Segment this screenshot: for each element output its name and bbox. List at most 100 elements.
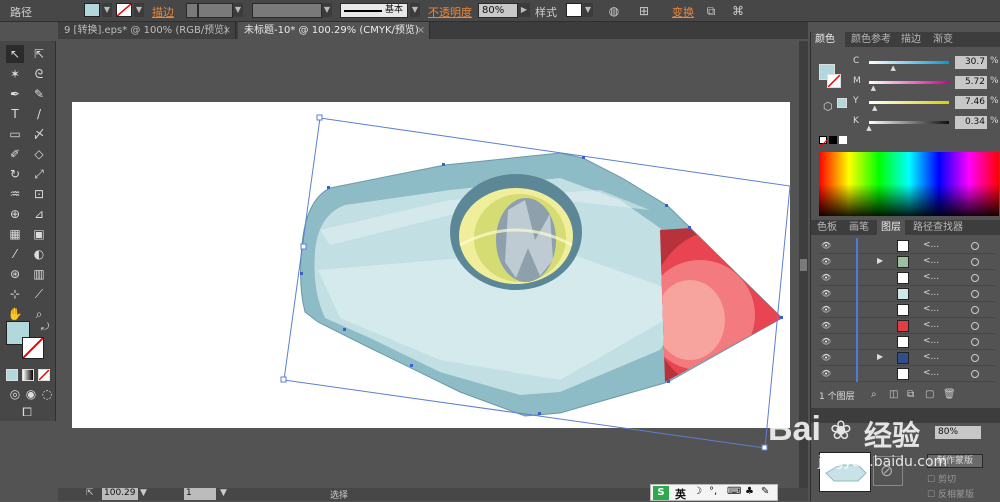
layer-name: <... (923, 320, 940, 330)
layer-thumbnail (897, 336, 909, 348)
slider-thumb[interactable]: ▲ (872, 104, 877, 112)
white-swatch[interactable] (839, 136, 847, 144)
cmyk-cube-icon: ⬡ (823, 100, 833, 113)
tab-stroke[interactable]: 描边 (897, 32, 925, 47)
delete-layer-icon[interactable]: 🗑 (943, 389, 956, 400)
page-field[interactable]: 1 (184, 488, 216, 500)
unit-label: % (990, 96, 999, 106)
layer-thumbnail (897, 256, 909, 268)
layer-color-bar (856, 254, 858, 270)
none-color-icon[interactable] (819, 136, 829, 148)
layer-row[interactable]: 👁 <... (819, 238, 995, 254)
target-circle-icon[interactable] (971, 322, 979, 330)
layer-color-bar (856, 334, 858, 350)
visibility-eye-icon[interactable]: 👁 (821, 241, 831, 251)
tab-brushes[interactable]: 画笔 (845, 220, 873, 235)
tab-layers[interactable]: 图层 (877, 220, 905, 235)
new-layer-icon[interactable]: ▢ (925, 389, 934, 400)
visibility-eye-icon[interactable]: 👁 (821, 353, 831, 363)
visibility-eye-icon[interactable]: 👁 (821, 337, 831, 347)
ime-mode-label[interactable]: 英 (675, 486, 686, 502)
out-of-gamut-swatch[interactable] (837, 98, 847, 108)
layer-name: <... (923, 368, 940, 378)
channel-value-field[interactable]: 30.7 (955, 56, 987, 69)
layer-row[interactable]: 👁 <... (819, 270, 995, 286)
layer-row[interactable]: 👁 <... (819, 302, 995, 318)
layer-row[interactable]: 👁 <... (819, 334, 995, 350)
layer-thumbnail (897, 368, 909, 380)
slider-track[interactable] (869, 101, 949, 104)
slider-k[interactable]: K ▲ 0.34% (853, 116, 999, 132)
visibility-eye-icon[interactable]: 👁 (821, 305, 831, 315)
target-circle-icon[interactable] (971, 290, 979, 298)
layer-actions: ⌕ ◫ ⧉ ▢ 🗑 (871, 389, 991, 401)
slider-thumb[interactable]: ▲ (891, 64, 896, 72)
page-dropdown-icon[interactable]: ▼ (220, 488, 227, 498)
artboard-nav-icon[interactable]: ⇱ (86, 488, 94, 498)
layers-panel-tabs: 色板 画笔 图层 路径查找器 (811, 220, 1000, 235)
slider-track[interactable] (869, 61, 949, 64)
settings-icon[interactable]: ✎ (761, 486, 769, 497)
layer-thumbnail (897, 272, 909, 284)
visibility-eye-icon[interactable]: 👁 (821, 289, 831, 299)
moon-icon[interactable]: ☽ (693, 486, 702, 497)
expand-arrow-icon[interactable]: ▶ (877, 352, 883, 361)
panel-stroke-swatch[interactable] (827, 74, 841, 88)
layer-name: <... (923, 288, 940, 298)
color-spectrum[interactable] (819, 152, 999, 216)
tab-gradient[interactable]: 渐变 (929, 32, 957, 47)
visibility-eye-icon[interactable]: 👁 (821, 257, 831, 267)
target-circle-icon[interactable] (971, 258, 979, 266)
zoom-field[interactable]: 100.29 (102, 488, 138, 500)
layer-name: <... (923, 240, 940, 250)
channel-value-field[interactable]: 5.72 (955, 76, 987, 89)
expand-arrow-icon[interactable]: ▶ (877, 256, 883, 265)
keyboard-icon[interactable]: ⌨ (727, 486, 741, 497)
layer-row[interactable]: 👁 <... (819, 286, 995, 302)
channel-value-field[interactable]: 7.46 (955, 96, 987, 109)
layer-row[interactable]: 👁 <... (819, 366, 995, 382)
slider-thumb[interactable]: ▲ (871, 84, 876, 92)
target-circle-icon[interactable] (971, 274, 979, 282)
target-circle-icon[interactable] (971, 242, 979, 250)
invert-mask-checkbox[interactable]: ☐ 反相蒙版 (927, 487, 974, 500)
slider-y[interactable]: Y ▲ 7.46% (853, 96, 999, 112)
make-clipping-mask-icon[interactable]: ◫ (889, 389, 898, 400)
punctuation-icon[interactable]: °, (709, 486, 717, 497)
layer-row[interactable]: 👁 ▶ <... (819, 254, 995, 270)
visibility-eye-icon[interactable]: 👁 (821, 273, 831, 283)
black-swatch[interactable] (829, 136, 837, 144)
baidu-watermark: Bai ❀ 经验 jingyan.baidu.com (768, 410, 1000, 470)
target-circle-icon[interactable] (971, 354, 979, 362)
skin-icon[interactable]: ♣ (745, 486, 754, 497)
canvas-artwork (280, 114, 791, 451)
channel-value-field[interactable]: 0.34 (955, 116, 987, 129)
tab-pathfinder[interactable]: 路径查找器 (909, 220, 967, 235)
layer-name: <... (923, 352, 940, 362)
zoom-dropdown-icon[interactable]: ▼ (140, 488, 147, 498)
target-circle-icon[interactable] (971, 306, 979, 314)
unit-label: % (990, 116, 999, 126)
layer-row[interactable]: 👁 <... (819, 318, 995, 334)
target-circle-icon[interactable] (971, 370, 979, 378)
locate-object-icon[interactable]: ⌕ (871, 389, 877, 400)
slider-track[interactable] (869, 121, 949, 124)
sogou-icon[interactable]: S (653, 486, 669, 500)
slider-c[interactable]: C ▲ 30.7% (853, 56, 999, 72)
slider-track[interactable] (869, 81, 949, 84)
visibility-eye-icon[interactable]: 👁 (821, 369, 831, 379)
slider-thumb[interactable]: ▲ (866, 124, 871, 132)
layer-row[interactable]: 👁 ▶ <... (819, 350, 995, 366)
slider-m[interactable]: M ▲ 5.72% (853, 76, 999, 92)
clip-checkbox[interactable]: ☐ 剪切 (927, 472, 956, 485)
scrollbar-thumb[interactable] (800, 259, 807, 271)
tab-color-guide[interactable]: 颜色参考 (847, 32, 895, 47)
tab-color[interactable]: 颜色 (811, 32, 845, 47)
layer-thumbnail (897, 304, 909, 316)
visibility-eye-icon[interactable]: 👁 (821, 321, 831, 331)
target-circle-icon[interactable] (971, 338, 979, 346)
unit-label: % (990, 56, 999, 66)
new-sublayer-icon[interactable]: ⧉ (907, 389, 914, 400)
tab-swatches[interactable]: 色板 (813, 220, 841, 235)
layer-name: <... (923, 304, 940, 314)
